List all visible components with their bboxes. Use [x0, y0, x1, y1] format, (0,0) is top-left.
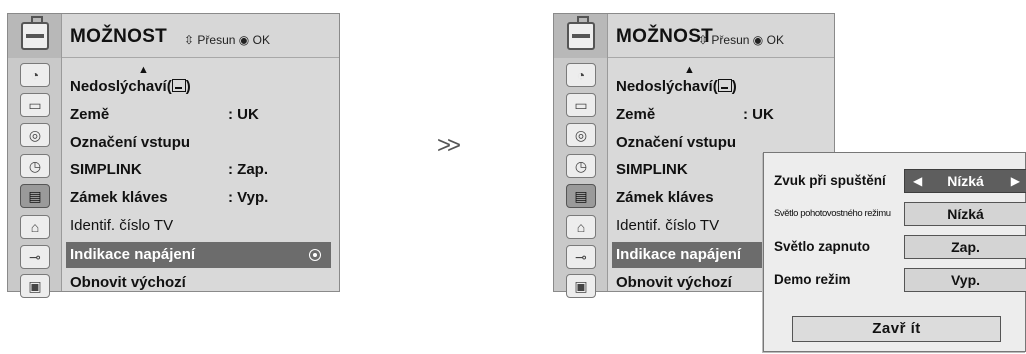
menu-item-tv-id[interactable]: Identif. číslo TV: [62, 213, 339, 239]
speaker-icon[interactable]: ◎: [566, 123, 596, 147]
menu-item-label: Identif. číslo TV: [70, 217, 174, 234]
menu-item-value: : Vyp.: [228, 189, 269, 206]
popup-row-startup-sound[interactable]: Zvuk při spuštění ◀ Nízká ▶: [774, 167, 1026, 195]
monitor-icon[interactable]: ▭: [566, 93, 596, 117]
left-arrow-icon[interactable]: ◀: [913, 170, 922, 192]
menu-item-label: Označení vstupu: [616, 134, 737, 151]
standby-light-selector[interactable]: Nízká: [904, 202, 1026, 226]
menu-item-value: : UK: [743, 106, 774, 123]
nav-hint-label: Přesun: [711, 33, 750, 47]
menu-item-label: Nedoslýchaví(: [70, 78, 172, 95]
monitor-icon[interactable]: ▭: [20, 93, 50, 117]
menu-item-key-lock[interactable]: Zámek kláves : Vyp.: [62, 185, 339, 211]
menu-item-label: Země: [70, 106, 110, 123]
subtitle-icon: [717, 79, 732, 92]
menu-item-label-suffix: ): [185, 78, 191, 95]
menu-item-factory-reset[interactable]: Obnovit výchozí: [62, 270, 339, 296]
popup-row-label: Světlo zapnuto: [774, 239, 871, 254]
menu-item-value: : Zap.: [228, 161, 268, 178]
popup-row-demo-mode[interactable]: Demo režim Vyp.: [774, 266, 1026, 294]
menu-item-label: Zámek kláves: [616, 189, 714, 206]
menu-item-hard-of-hearing[interactable]: Nedoslýchaví(): [608, 74, 834, 100]
input-cable-icon[interactable]: ⊸: [566, 245, 596, 269]
power-indicator-popup: Zvuk při spuštění ◀ Nízká ▶ Světlo pohot…: [763, 152, 1026, 352]
menu-item-label: Obnovit výchozí: [70, 274, 186, 291]
option-menu-left: MOŽNOST ⇳ Přesun ◉ OK ◔ ▭ ◎ ◷ ▤ ⌂ ⊸ ▣ ▲ …: [7, 13, 340, 298]
header-icon-box: [554, 14, 608, 58]
menu-item-label: Zámek kláves: [70, 189, 168, 206]
menu-item-label: Nedoslýchaví(: [616, 78, 718, 95]
menu-item-label: Identif. číslo TV: [616, 217, 720, 234]
popup-row-power-on-light[interactable]: Světlo zapnuto Zap.: [774, 233, 1026, 261]
navigation-hint: ⇳ Přesun ◉ OK: [184, 33, 270, 47]
ok-label: OK: [766, 33, 784, 47]
satellite-dish-icon[interactable]: ◔: [566, 63, 596, 87]
header-icon-box: [8, 14, 62, 58]
menu-item-label: Indikace napájení: [616, 246, 742, 263]
selector-value: Nízká: [947, 206, 984, 222]
selector-value: Zap.: [951, 239, 980, 255]
menu-item-country[interactable]: Země : UK: [608, 102, 834, 128]
navigation-arrows-icon: ⇳: [698, 33, 709, 47]
clock-icon[interactable]: ◷: [566, 154, 596, 178]
menu-item-label: Obnovit výchozí: [616, 274, 732, 291]
photo-music-icon[interactable]: ▣: [566, 274, 596, 298]
menu-item-label-suffix: ): [731, 78, 737, 95]
speaker-icon[interactable]: ◎: [20, 123, 50, 147]
enter-icon: [309, 249, 321, 261]
option-icon[interactable]: ▤: [566, 184, 596, 208]
menu-content: ▲ Nedoslýchaví() Země : UK Označení vstu…: [62, 58, 339, 291]
menu-header: MOŽNOST ⇳ Přesun ◉ OK: [8, 14, 339, 58]
ok-label: OK: [252, 33, 270, 47]
category-rail: ◔ ▭ ◎ ◷ ▤ ⌂ ⊸ ▣: [554, 58, 608, 298]
selector-value: Vyp.: [950, 272, 981, 288]
selector-value: Nízká: [947, 173, 984, 189]
menu-header: MOŽNOST ⇳ Přesun ◉ OK: [554, 14, 834, 58]
menu-item-label: Označení vstupu: [70, 134, 191, 151]
menu-item-label: Země: [616, 106, 656, 123]
subtitle-icon: [171, 79, 186, 92]
navigation-hint: ⇳ Přesun ◉ OK: [698, 33, 784, 47]
option-icon[interactable]: ▤: [20, 184, 50, 208]
category-rail: ◔ ▭ ◎ ◷ ▤ ⌂ ⊸ ▣: [8, 58, 62, 298]
next-step-arrow-icon: >>: [437, 132, 461, 159]
menu-title: MOŽNOST: [70, 26, 168, 47]
menu-item-power-indicator[interactable]: Indikace napájení: [66, 242, 331, 268]
popup-row-label: Demo režim: [774, 272, 851, 287]
photo-music-icon[interactable]: ▣: [20, 274, 50, 298]
menu-item-simplink[interactable]: SIMPLINK : Zap.: [62, 157, 339, 183]
ok-button-icon: ◉: [238, 33, 250, 47]
ok-button-icon: ◉: [752, 33, 764, 47]
satellite-dish-icon[interactable]: ◔: [20, 63, 50, 87]
lock-icon[interactable]: ⌂: [20, 215, 50, 239]
input-cable-icon[interactable]: ⊸: [20, 245, 50, 269]
option-toolbox-icon: [567, 16, 595, 50]
menu-item-country[interactable]: Země : UK: [62, 102, 339, 128]
menu-item-label: SIMPLINK: [70, 161, 142, 178]
right-arrow-icon[interactable]: ▶: [1011, 170, 1020, 192]
navigation-arrows-icon: ⇳: [184, 33, 195, 47]
menu-item-hard-of-hearing[interactable]: Nedoslýchaví(): [62, 74, 339, 100]
popup-row-standby-light[interactable]: Světlo pohotovostného režimu Nízká: [774, 200, 1026, 228]
popup-row-label: Zvuk při spuštění: [774, 173, 886, 188]
menu-item-input-label[interactable]: Označení vstupu: [62, 130, 339, 156]
menu-item-value: : UK: [228, 106, 259, 123]
demo-mode-selector[interactable]: Vyp.: [904, 268, 1026, 292]
popup-row-label: Světlo pohotovostného režimu: [774, 208, 891, 219]
menu-item-label: SIMPLINK: [616, 161, 688, 178]
close-button[interactable]: Zavř ít: [792, 316, 1001, 342]
option-toolbox-icon: [21, 16, 49, 50]
lock-icon[interactable]: ⌂: [566, 215, 596, 239]
clock-icon[interactable]: ◷: [20, 154, 50, 178]
startup-sound-selector[interactable]: ◀ Nízká ▶: [904, 169, 1026, 193]
nav-hint-label: Přesun: [197, 33, 236, 47]
power-on-light-selector[interactable]: Zap.: [904, 235, 1026, 259]
menu-item-label: Indikace napájení: [70, 246, 196, 263]
